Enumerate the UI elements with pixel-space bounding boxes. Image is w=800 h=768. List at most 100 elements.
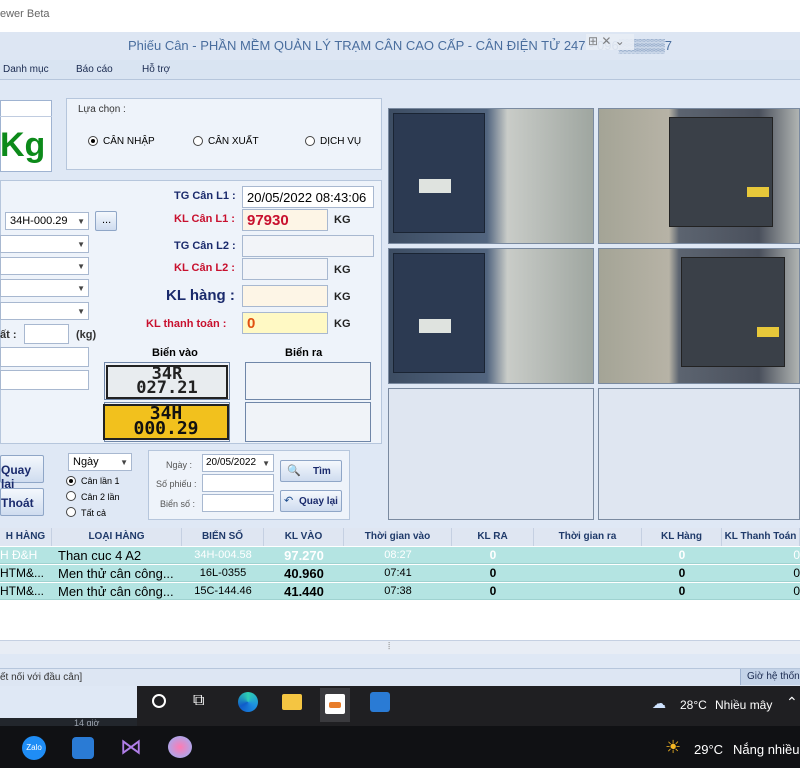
driver-select[interactable]: ▼ [0, 279, 89, 297]
radio-can-lan-1-label[interactable]: Cân lần 1 [81, 476, 120, 486]
plate-icon [419, 179, 451, 193]
customer-select[interactable]: ▼ [0, 235, 89, 253]
tg-l2-label: TG Cân L2 : [174, 240, 236, 252]
plate-yellow-line2: 000.29 [133, 418, 199, 439]
weather-temp-upper[interactable]: 28°C [680, 698, 707, 712]
edge-icon[interactable] [238, 692, 258, 712]
note-input-2[interactable] [0, 370, 89, 390]
radio-can-2-lan-label[interactable]: Cân 2 lần [81, 492, 120, 502]
weight-unit-label: Kg [0, 126, 46, 164]
truck-icon [669, 117, 773, 227]
kl-l2-label: KL Cân L2 : [174, 262, 235, 274]
kl-hang-field[interactable] [242, 285, 328, 307]
chevron-down-icon: ▼ [77, 307, 85, 316]
radio-can-nhap-label[interactable]: CÂN NHẬP [103, 136, 155, 147]
weather-temp-lower[interactable]: 29°C [694, 742, 723, 757]
camera-grid [388, 108, 800, 520]
plate-select[interactable]: 34H-000.29 ▼ [5, 212, 89, 230]
goods-select[interactable]: ▼ [0, 257, 89, 275]
radio-dich-vu-label[interactable]: DỊCH VỤ [320, 136, 361, 147]
tg-l1-field[interactable]: 20/05/2022 08:43:06 [242, 186, 374, 208]
menu-danh-muc[interactable]: Danh mục [3, 64, 49, 75]
period-select[interactable]: Ngày ▼ [68, 453, 132, 471]
col-header[interactable]: BIỂN SỐ [182, 528, 264, 546]
start-circle-icon[interactable] [152, 694, 166, 708]
weather-text-lower[interactable]: Nắng nhiều [733, 742, 800, 757]
task-view-icon[interactable]: ⧉ [193, 692, 204, 710]
table-row[interactable]: HTM&... Men thử cân công... 15C-144.46 4… [0, 583, 800, 600]
date-label: Ngày : [166, 460, 193, 470]
radio-can-nhap[interactable] [88, 136, 98, 146]
camera-6-view[interactable] [598, 388, 800, 520]
horizontal-scrollbar[interactable]: ⦙ [0, 640, 800, 654]
col-header[interactable]: Thời gian ra [534, 528, 642, 546]
remote-app-icon[interactable] [370, 692, 390, 712]
visual-studio-icon[interactable]: ⋈ [120, 734, 142, 760]
window-titlebar [0, 0, 800, 32]
radio-can-2-lan[interactable] [66, 491, 76, 501]
app-taskbar-active[interactable] [320, 688, 350, 722]
col-header[interactable]: LOẠI HÀNG [52, 528, 182, 546]
kl-l1-value: 97930 [247, 212, 289, 229]
date-picker[interactable]: 20/05/2022 ▼ [202, 454, 274, 472]
search-icon: 🔍 [287, 465, 301, 477]
weather-text-upper[interactable]: Nhiều mây [715, 698, 772, 712]
col-header[interactable]: KL Hàng [642, 528, 722, 546]
plate-icon [747, 187, 769, 197]
warehouse-select[interactable]: ▼ [0, 302, 89, 320]
table-row[interactable]: HTM&... Men thử cân công... 16L-0355 40.… [0, 565, 800, 582]
browse-button[interactable]: ... [95, 211, 117, 231]
table-row[interactable]: H Đ&H Than cuc 4 A2 34H-004.58 97.270 08… [0, 547, 800, 564]
search-back-button[interactable]: ↶ Quay lại [280, 490, 342, 512]
kl-l1-field[interactable]: 97930 [242, 209, 328, 231]
system-clock-panel: Giờ hệ thống [740, 669, 800, 685]
tg-l2-field[interactable] [242, 235, 374, 257]
app-title: ewer Beta [0, 8, 50, 20]
exit-button[interactable]: Thoát [0, 488, 44, 516]
partial-input[interactable] [24, 324, 69, 344]
kl-l1-unit: KG [334, 214, 351, 226]
camera-2-view[interactable] [598, 108, 800, 244]
radio-dich-vu[interactable] [305, 136, 315, 146]
camera-5-view[interactable] [388, 388, 594, 520]
search-button[interactable]: 🔍 Tìm [280, 460, 342, 482]
tg-l1-value: 20/05/2022 08:43:06 [247, 190, 367, 205]
folder-icon[interactable] [282, 694, 302, 710]
camera-1-view[interactable] [388, 108, 594, 244]
menu-ho-tro[interactable]: Hỗ trợ [142, 64, 170, 75]
page-title: Phiếu Cân - PHẦN MỀM QUẢN LÝ TRẠM CÂN CA… [127, 38, 673, 53]
kl-l2-field[interactable] [242, 258, 328, 280]
plate-out-slot-1 [245, 362, 371, 400]
col-header[interactable]: KL RA [452, 528, 534, 546]
radio-tat-ca-label[interactable]: Tất cả [81, 508, 106, 518]
back-button[interactable]: Quay lại [0, 455, 44, 491]
radio-can-xuat[interactable] [193, 136, 203, 146]
camera-3-view[interactable] [388, 248, 594, 384]
kl-thanh-toan-field[interactable]: 0 [242, 312, 328, 334]
radio-can-xuat-label[interactable]: CÂN XUẤT [208, 136, 259, 147]
radio-tat-ca[interactable] [66, 507, 76, 517]
plate-icon [757, 327, 779, 337]
partial-label: ất : [0, 329, 17, 341]
camera-4-view[interactable] [598, 248, 800, 384]
kl-l2-unit: KG [334, 264, 351, 276]
app-swirl-icon[interactable] [168, 736, 192, 758]
note-input-1[interactable] [0, 347, 89, 367]
col-header[interactable]: Thời gian vào [344, 528, 452, 546]
weight-display-divider [0, 116, 52, 117]
col-header[interactable]: KL VÀO [264, 528, 344, 546]
radio-can-lan-1[interactable] [66, 476, 76, 486]
plate-search-input[interactable] [202, 494, 274, 512]
zalo-icon[interactable]: Zalo [22, 736, 46, 760]
slip-input[interactable] [202, 474, 274, 492]
remote-app-icon[interactable] [72, 737, 94, 759]
chevron-down-icon: ▼ [77, 284, 85, 293]
window-controls[interactable]: ⊞ ✕ ⌄ [586, 34, 634, 50]
plate-out-slot-2 [245, 402, 371, 442]
plate-icon [419, 319, 451, 333]
col-header[interactable]: KL Thanh Toán [722, 528, 800, 546]
chevron-down-icon: ▼ [77, 262, 85, 271]
menu-bao-cao[interactable]: Báo cáo [76, 64, 113, 75]
chevron-up-icon[interactable]: ⌃ [786, 694, 798, 711]
col-header[interactable]: H HÀNG [0, 528, 52, 546]
